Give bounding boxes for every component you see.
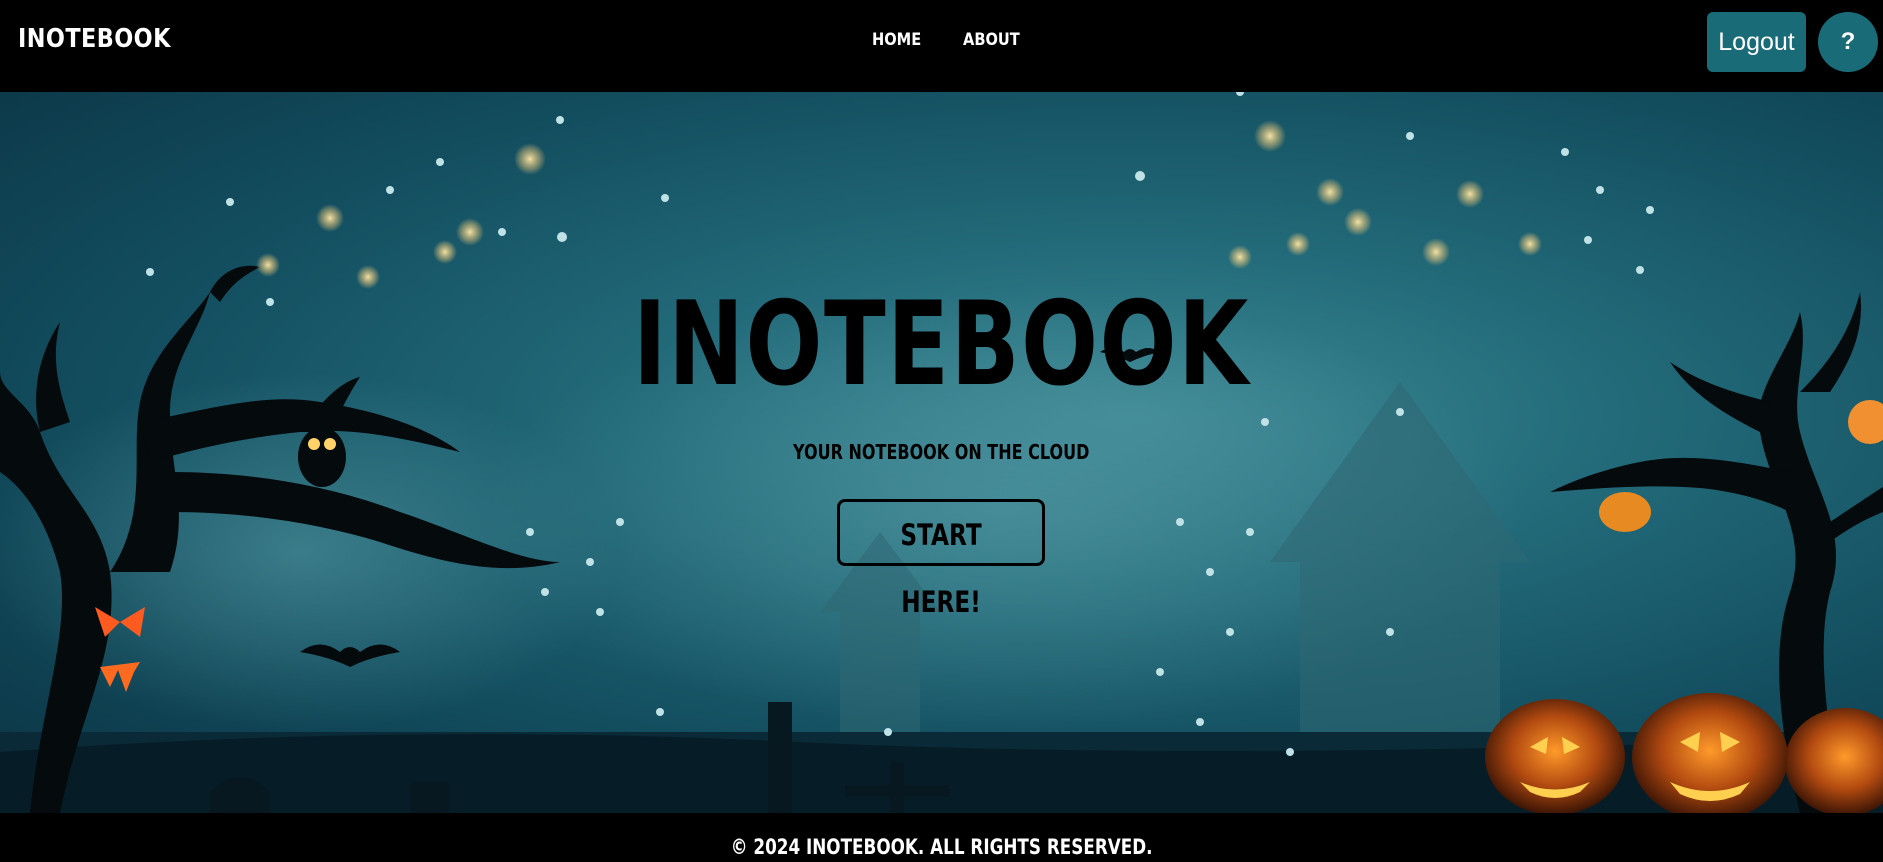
nav-link-about[interactable]: ABOUT [963, 30, 1023, 50]
hero-title-text: INOTEBOOK [633, 277, 1250, 412]
nav-link-home[interactable]: HOME [872, 30, 950, 50]
hero-title: INOTEBOOK [0, 287, 1883, 403]
hero-section: INOTEBOOK YOUR NOTEBOOK ON THE CLOUD STA… [0, 92, 1883, 813]
footer-copyright: © 2024 INOTEBOOK. ALL RIGHTS RESERVED. [0, 835, 1883, 859]
footer: © 2024 INOTEBOOK. ALL RIGHTS RESERVED. [0, 813, 1883, 862]
brand-logo[interactable]: INOTEBOOK [18, 24, 171, 54]
start-here-label: START HERE! [900, 518, 982, 619]
logout-button[interactable]: Logout [1707, 12, 1806, 72]
start-here-button[interactable]: START HERE! [837, 499, 1045, 619]
navbar: INOTEBOOK HOME ABOUT Logout ? [0, 0, 1883, 92]
help-button[interactable]: ? [1818, 12, 1878, 72]
nav-links: HOME ABOUT [872, 30, 1033, 50]
hero-subtitle: YOUR NOTEBOOK ON THE CLOUD [0, 440, 1883, 464]
footer-copyright-text: © 2024 INOTEBOOK. ALL RIGHTS RESERVED. [730, 835, 1153, 859]
hero-subtitle-text: YOUR NOTEBOOK ON THE CLOUD [793, 440, 1090, 464]
